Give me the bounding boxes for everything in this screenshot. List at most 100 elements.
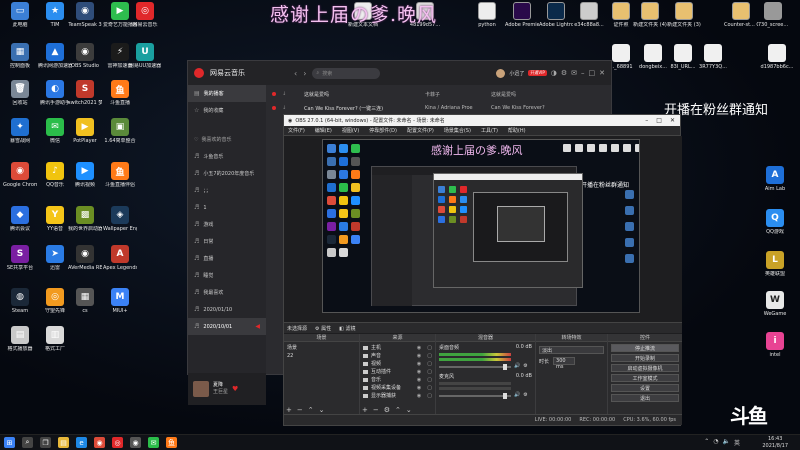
desktop-icon[interactable]: ✦ 暴雪战网 bbox=[3, 118, 37, 144]
sidebar-item-favorites[interactable]: ☆ 我的收藏 bbox=[188, 102, 266, 119]
eye-icon[interactable]: ◉ bbox=[417, 393, 421, 400]
obs-menu-item[interactable]: 工具(T) bbox=[481, 127, 498, 134]
desktop-icon[interactable]: ★ TIM bbox=[38, 2, 72, 28]
obs-menu-item[interactable]: 视图(V) bbox=[342, 127, 359, 134]
source-item[interactable]: 显示器捕获 ◉ ▢ bbox=[363, 392, 432, 400]
source-item[interactable]: 视频 ◉ ▢ bbox=[363, 360, 432, 368]
desktop-icon[interactable]: ➤ 迅雷 bbox=[38, 245, 72, 271]
mail-icon[interactable]: ✉ bbox=[571, 69, 577, 77]
download-icon[interactable]: ↓ bbox=[282, 91, 298, 97]
add-icon[interactable]: + bbox=[362, 406, 368, 414]
maximize-icon[interactable]: □ bbox=[589, 69, 596, 77]
sidebar-item-playlist[interactable]: ♬ 日常 bbox=[188, 233, 266, 250]
netease-music-icon[interactable]: ◎ bbox=[112, 437, 123, 448]
minimize-icon[interactable]: – bbox=[645, 117, 648, 124]
desktop-icon[interactable]: ▭ 此电脑 bbox=[3, 2, 37, 28]
desktop-icon[interactable]: ◆ 腾讯会议 bbox=[3, 206, 37, 232]
volume-icon[interactable]: 🔈 bbox=[723, 438, 730, 447]
speaker-icon[interactable]: 🔊 bbox=[514, 363, 520, 369]
desktop-icon[interactable]: ▦ 控制面板 bbox=[3, 43, 37, 69]
forward-arrow-icon[interactable]: › bbox=[303, 69, 306, 78]
eye-icon[interactable]: ◉ bbox=[417, 369, 421, 376]
minimize-icon[interactable]: – bbox=[581, 69, 585, 77]
maximize-icon[interactable]: □ bbox=[656, 117, 662, 124]
wechat-icon[interactable]: ✉ bbox=[148, 437, 159, 448]
desktop-icon[interactable]: ▩ 我的世界启动器 bbox=[68, 206, 102, 232]
desktop-file[interactable]: Adobe Premie... bbox=[505, 2, 539, 28]
scene-item[interactable]: 场景 bbox=[287, 344, 356, 352]
obs-menu-item[interactable]: 帮助(H) bbox=[508, 127, 526, 134]
control-button[interactable]: 退出 bbox=[611, 394, 679, 402]
sidebar-item-playlist[interactable]: ♬ 直播 bbox=[188, 250, 266, 267]
desktop-icon[interactable]: i intel bbox=[758, 332, 792, 358]
table-row[interactable]: ↓ Can We Kiss Forever? (一键三连) Kina / Adr… bbox=[268, 101, 611, 115]
lock-icon[interactable]: ▢ bbox=[427, 369, 432, 376]
desktop-icon[interactable]: ◎ 守望先锋 bbox=[38, 288, 72, 314]
source-item[interactable]: 声音 ◉ ▢ bbox=[363, 352, 432, 360]
desktop-icon[interactable]: ◉ Google Chrome bbox=[3, 162, 37, 188]
obs-preview[interactable]: 感谢上届の爹.晚风 开播在粉丝群通知 bbox=[284, 136, 682, 334]
table-row[interactable]: ↓ 这就是爱吗 卡菲子 这就是爱吗 bbox=[268, 87, 611, 101]
sidebar-item-playlist[interactable]: ♬；； bbox=[188, 182, 266, 199]
scene-item[interactable]: 22 bbox=[287, 352, 356, 360]
sidebar-item-playlist[interactable]: ♬ 我最喜欢 bbox=[188, 284, 266, 301]
filters-button[interactable]: ◧ 滤镜 bbox=[339, 325, 355, 332]
desktop-icon[interactable]: S SE共享平台 bbox=[3, 245, 37, 271]
close-icon[interactable]: ✕ bbox=[670, 117, 675, 124]
desktop-icon[interactable]: 🗑 回收站 bbox=[3, 80, 37, 106]
now-playing[interactable]: 夏降 王巨星 ♥ bbox=[188, 373, 266, 405]
desktop-icon[interactable]: A Aim Lab bbox=[758, 166, 792, 192]
source-item[interactable]: 视频采集设备 ◉ ▢ bbox=[363, 384, 432, 392]
desktop-icon[interactable]: ✉ 微信 bbox=[38, 118, 72, 144]
source-item[interactable]: 互动插件 ◉ ▢ bbox=[363, 368, 432, 376]
desktop-file[interactable]: 新建文件夹 (3) bbox=[667, 2, 701, 28]
move-down-icon[interactable]: ⌄ bbox=[319, 406, 325, 414]
music-search-input[interactable]: ⌕ 搜索 bbox=[312, 67, 381, 79]
desktop-icon[interactable]: Sswitch2021 梦想版 bbox=[68, 80, 102, 106]
move-up-icon[interactable]: ⌃ bbox=[308, 406, 314, 414]
volume-slider[interactable] bbox=[439, 364, 511, 370]
eye-icon[interactable]: ◉ bbox=[417, 377, 421, 384]
sidebar-item-podcast[interactable]: ▤ 我的播客 bbox=[188, 85, 266, 102]
desktop-icon[interactable]: ▶ PotPlayer bbox=[68, 118, 102, 144]
desktop-icon[interactable]: 鱼斗鱼直播 bbox=[103, 80, 137, 106]
desktop-icon[interactable]: Y YY语音 bbox=[38, 206, 72, 232]
sidebar-item-playlist[interactable]: ♬ 2020/10/01 ◀ bbox=[188, 318, 266, 335]
desktop-icon[interactable]: W WeGame bbox=[758, 291, 792, 317]
obs-menu-item[interactable]: 文件(F) bbox=[288, 127, 305, 134]
download-icon[interactable]: ↓ bbox=[282, 105, 298, 111]
lock-icon[interactable]: ▢ bbox=[427, 345, 432, 352]
source-item[interactable]: 主机 ◉ ▢ bbox=[363, 344, 432, 352]
lock-icon[interactable]: ▢ bbox=[427, 361, 432, 368]
desktop-icon[interactable]: M MIUI+ bbox=[103, 288, 137, 314]
properties-button[interactable]: ⚙ 属性 bbox=[315, 325, 331, 332]
desktop-icon[interactable]: ◉ TeamSpeak 3 bbox=[68, 2, 102, 28]
volume-slider[interactable] bbox=[439, 393, 511, 399]
sidebar-item-playlist[interactable]: ♬ 1 bbox=[188, 199, 266, 216]
vip-badge[interactable]: 开通VIP bbox=[528, 70, 547, 76]
preview-canvas[interactable]: 感谢上届の爹.晚风 开播在粉丝群通知 bbox=[322, 139, 640, 313]
duration-input[interactable]: 300 ms bbox=[553, 357, 576, 370]
task-view-icon[interactable]: ❐ bbox=[40, 437, 51, 448]
sidebar-item-playlist[interactable]: ♬ 2020/01/10 bbox=[188, 301, 266, 318]
desktop-icon[interactable]: ◎ 网易云音乐 bbox=[128, 2, 162, 28]
desktop-file[interactable]: dongbeix... bbox=[636, 44, 670, 70]
back-arrow-icon[interactable]: ‹ bbox=[294, 69, 297, 78]
desktop-icon[interactable]: ♪ QQ音乐 bbox=[38, 162, 72, 188]
add-icon[interactable]: + bbox=[286, 406, 292, 414]
desktop-icon[interactable]: ◐ 腾讯手游助手 bbox=[38, 80, 72, 106]
obs-menu-item[interactable]: 编辑(E) bbox=[315, 127, 332, 134]
speaker-icon[interactable]: 🔊 bbox=[514, 392, 520, 398]
obs-menu-item[interactable]: 停靠部件(D) bbox=[369, 127, 397, 134]
desktop-file[interactable]: 730_scree... bbox=[756, 2, 790, 28]
desktop-icon[interactable]: ▤ 格式播放器 bbox=[3, 326, 37, 352]
control-button[interactable]: 设置 bbox=[611, 384, 679, 392]
desktop-icon[interactable]: Q QQ游戏 bbox=[758, 209, 792, 235]
chrome-icon[interactable]: ◉ bbox=[94, 437, 105, 448]
desktop-icon[interactable]: ▦ cs bbox=[68, 288, 102, 314]
desktop-file[interactable]: Adobe Lightroo... bbox=[539, 2, 573, 28]
eye-icon[interactable]: ◉ bbox=[417, 345, 421, 352]
desktop-icon[interactable]: ◉ AVerMedia RECentral 4 bbox=[68, 245, 102, 271]
desktop-icon[interactable]: L 英雄联盟 bbox=[758, 251, 792, 277]
transition-select[interactable]: 淡出 bbox=[539, 346, 604, 354]
